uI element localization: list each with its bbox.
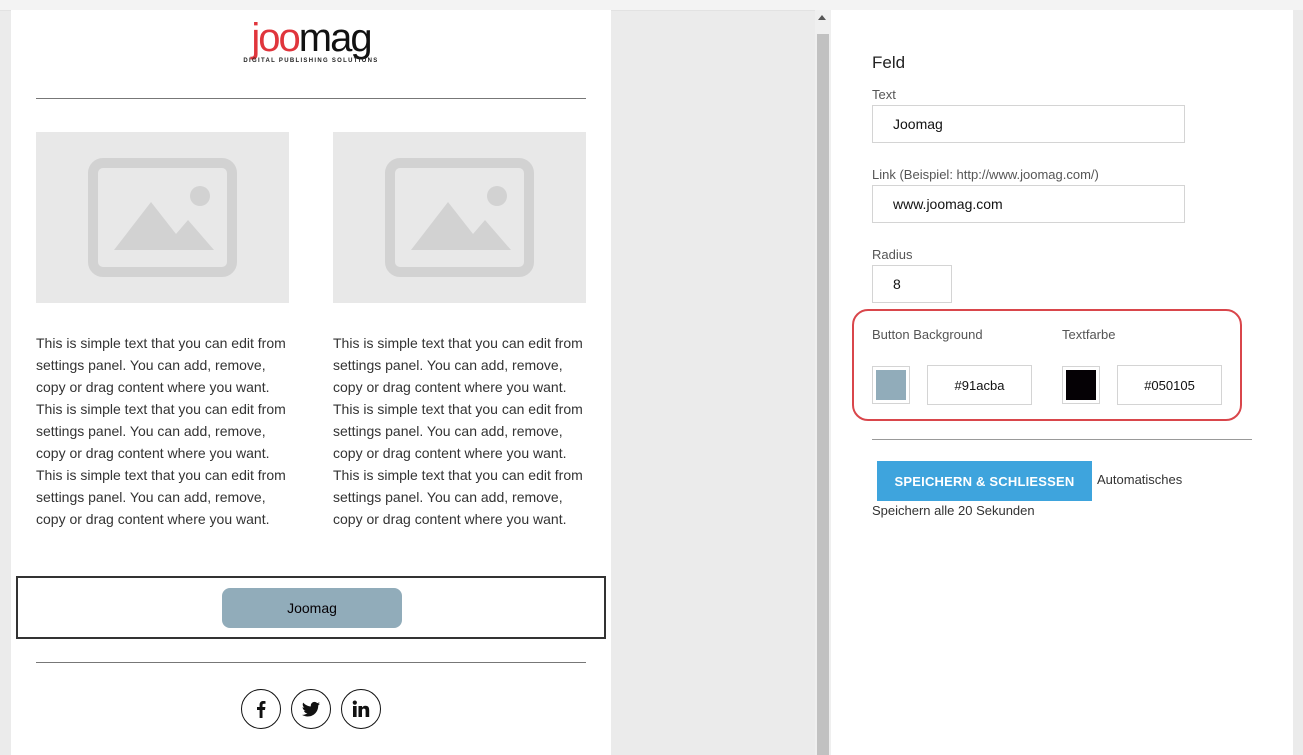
- facebook-icon[interactable]: [241, 689, 281, 729]
- right-edge: [1293, 10, 1303, 755]
- linkedin-icon[interactable]: [341, 689, 381, 729]
- image-placeholder-icon: [88, 158, 237, 277]
- image-placeholder-left[interactable]: [36, 132, 289, 303]
- editor-window: joomag DIGITAL PUBLISHING SOLUTIONS This…: [0, 0, 1303, 755]
- textcolor-swatch[interactable]: [1062, 366, 1100, 404]
- divider-top: [36, 98, 586, 99]
- scrollbar-thumb[interactable]: [817, 34, 829, 755]
- link-input[interactable]: [872, 185, 1185, 223]
- settings-panel: Feld Text Link (Beispiel: http://www.joo…: [831, 10, 1293, 755]
- email-canvas: joomag DIGITAL PUBLISHING SOLUTIONS This…: [11, 10, 611, 755]
- radius-input[interactable]: [872, 265, 952, 303]
- panel-divider: [872, 439, 1252, 440]
- autosave-text-line1: Automatisches: [1097, 472, 1183, 487]
- twitter-icon[interactable]: [291, 689, 331, 729]
- image-placeholder-right[interactable]: [333, 132, 586, 303]
- column-text-left[interactable]: This is simple text that you can edit fr…: [36, 332, 288, 530]
- scroll-up-icon[interactable]: [818, 15, 826, 20]
- panel-title: Feld: [872, 53, 906, 72]
- column-text-right[interactable]: This is simple text that you can edit fr…: [333, 332, 585, 530]
- scrollbar[interactable]: [815, 10, 831, 755]
- text-input[interactable]: [872, 105, 1185, 143]
- logo-word-part2: mag: [298, 16, 373, 60]
- autosave-text-line2: Speichern alle 20 Sekunden: [872, 503, 1035, 518]
- joomag-logo: joomag DIGITAL PUBLISHING SOLUTIONS: [11, 18, 611, 65]
- divider-bottom: [36, 662, 586, 663]
- link-label: Link (Beispiel: http://www.joomag.com/): [872, 167, 1099, 182]
- logo-word-part1: joo: [251, 16, 300, 60]
- logo-tagline: DIGITAL PUBLISHING SOLUTIONS: [243, 58, 379, 64]
- text-label: Text: [872, 87, 896, 102]
- textcolor-label: Textfarbe: [1062, 327, 1116, 342]
- button-background-label: Button Background: [872, 327, 983, 342]
- image-placeholder-icon: [385, 158, 534, 277]
- button-background-swatch[interactable]: [872, 366, 910, 404]
- button-background-color: [876, 370, 906, 400]
- radius-label: Radius: [872, 247, 913, 262]
- social-icons: [11, 689, 611, 729]
- textcolor-color: [1066, 370, 1096, 400]
- button-background-hex-input[interactable]: [927, 365, 1032, 405]
- textcolor-hex-input[interactable]: [1117, 365, 1222, 405]
- save-close-button[interactable]: SPEICHERN & SCHLIESSEN: [877, 461, 1092, 501]
- preview-button[interactable]: Joomag: [222, 588, 402, 628]
- selected-button-block[interactable]: Joomag: [16, 576, 606, 639]
